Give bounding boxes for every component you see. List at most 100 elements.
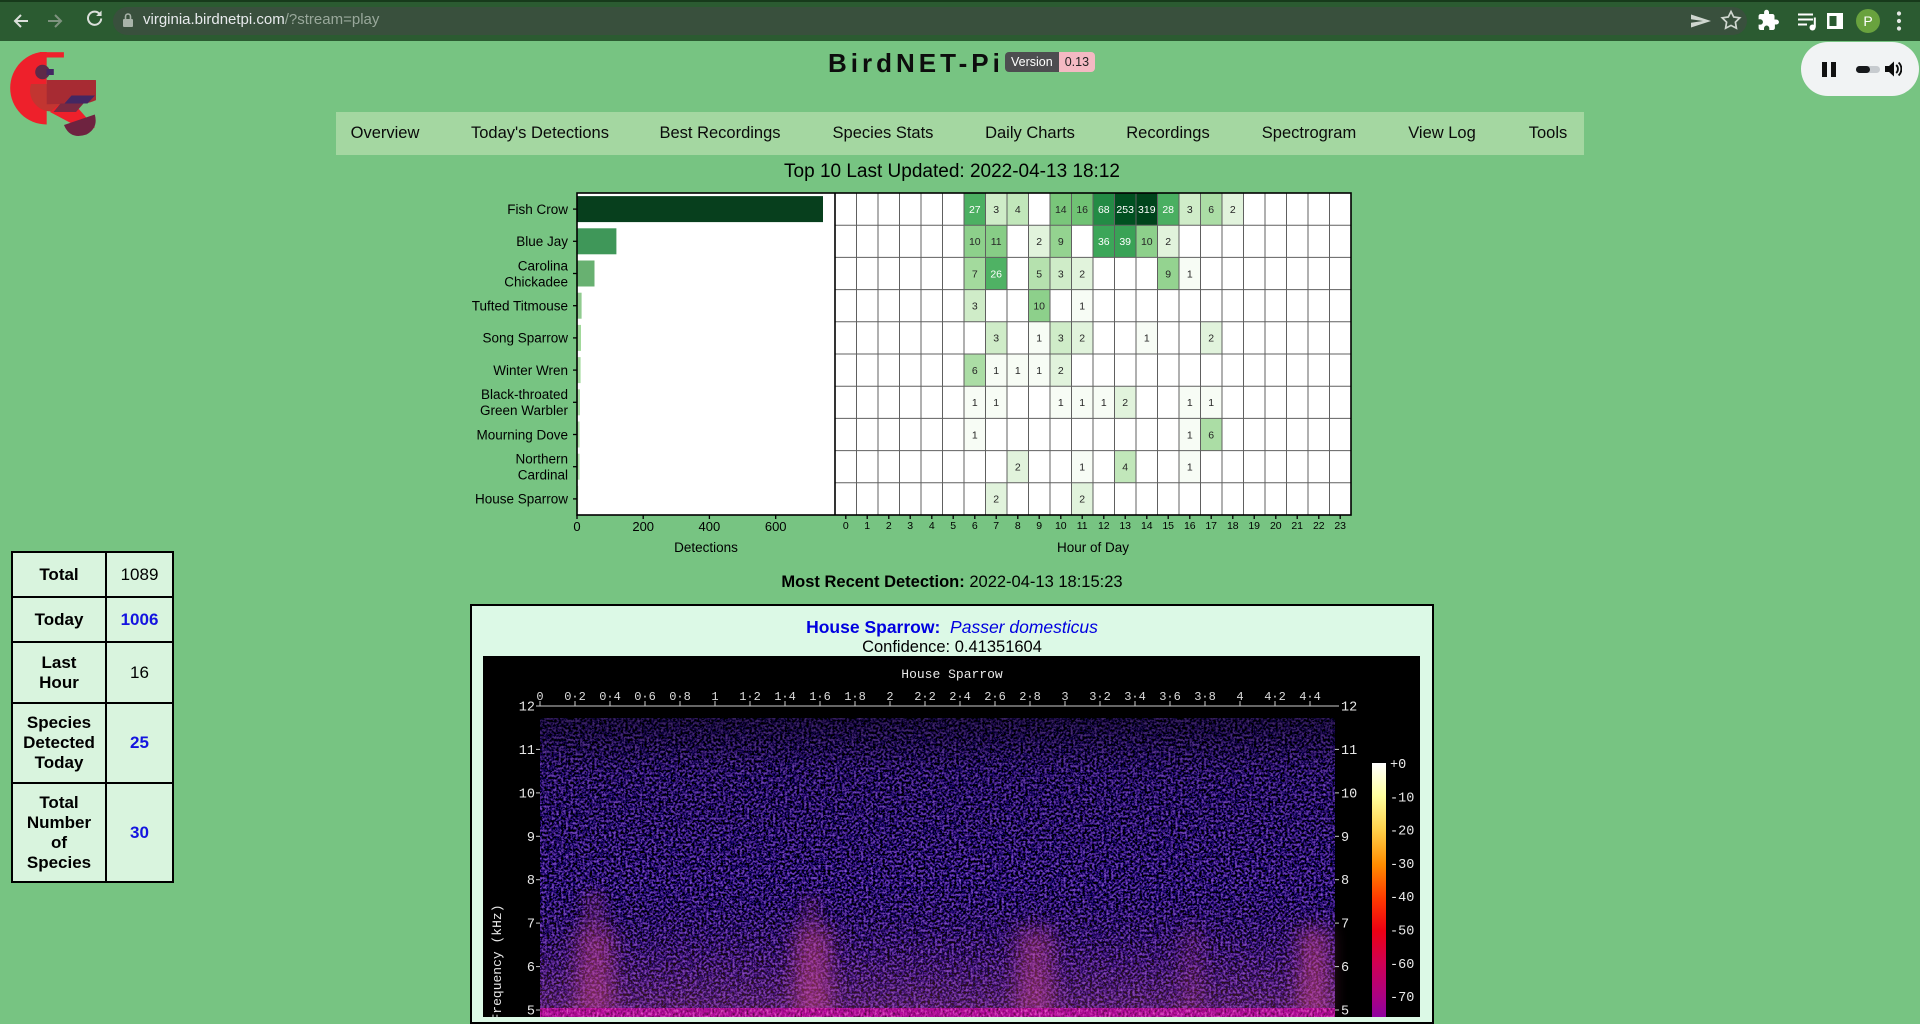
svg-text:400: 400	[699, 519, 721, 534]
svg-text:Blue Jay: Blue Jay	[516, 234, 568, 249]
svg-text:11: 11	[991, 236, 1002, 248]
svg-text:3: 3	[907, 520, 913, 532]
svg-text:6: 6	[1208, 429, 1214, 441]
svg-text:19: 19	[1248, 520, 1260, 532]
svg-text:P: P	[1863, 13, 1872, 29]
svg-text:1: 1	[1208, 397, 1214, 409]
svg-text:2: 2	[1165, 236, 1171, 248]
svg-text:-30: -30	[1390, 858, 1414, 873]
svg-text:7: 7	[527, 918, 535, 933]
svg-text:10: 10	[1341, 787, 1357, 802]
svg-text:+0: +0	[1390, 758, 1406, 773]
svg-text:39: 39	[1119, 236, 1131, 248]
svg-text:House Sparrow: House Sparrow	[901, 667, 1003, 682]
svg-text:5: 5	[1341, 1005, 1349, 1018]
svg-text:9: 9	[1341, 831, 1349, 846]
svg-text:2: 2	[886, 520, 892, 532]
svg-text:16: 16	[1184, 520, 1196, 532]
svg-text:3: 3	[993, 333, 999, 345]
svg-text:15: 15	[1162, 520, 1174, 532]
svg-text:2: 2	[1058, 365, 1064, 377]
svg-text:23: 23	[1334, 520, 1346, 532]
svg-text:1: 1	[993, 397, 999, 409]
svg-text:7: 7	[1341, 918, 1349, 933]
svg-text:17: 17	[1205, 520, 1217, 532]
svg-text:1: 1	[1187, 429, 1193, 441]
svg-text:Winter Wren: Winter Wren	[493, 363, 568, 378]
svg-text:3: 3	[993, 204, 999, 216]
svg-text:-10: -10	[1390, 791, 1414, 806]
svg-text:3: 3	[1058, 333, 1064, 345]
svg-text:253: 253	[1116, 204, 1134, 216]
svg-text:0: 0	[843, 520, 849, 532]
svg-text:5: 5	[527, 1005, 535, 1018]
svg-text:36: 36	[1098, 236, 1110, 248]
svg-text:Fish Crow: Fish Crow	[507, 202, 568, 217]
svg-text:1: 1	[1079, 462, 1085, 474]
svg-text:House Sparrow: House Sparrow	[475, 492, 568, 507]
svg-text:10: 10	[519, 787, 535, 802]
svg-text:1: 1	[864, 520, 870, 532]
svg-text:-70: -70	[1390, 991, 1414, 1006]
svg-text:6: 6	[972, 365, 978, 377]
svg-text:Carolina: Carolina	[518, 258, 569, 273]
svg-text:2: 2	[1079, 494, 1085, 506]
svg-text:26: 26	[990, 268, 1002, 280]
svg-text:8: 8	[1015, 520, 1021, 532]
svg-text:-60: -60	[1390, 958, 1414, 973]
svg-text:2: 2	[1036, 236, 1042, 248]
svg-text:10: 10	[969, 236, 981, 248]
svg-text:Hour of Day: Hour of Day	[1057, 540, 1129, 555]
svg-text:3: 3	[972, 301, 978, 313]
svg-text:Chickadee: Chickadee	[504, 274, 568, 289]
svg-text:4: 4	[929, 520, 935, 532]
svg-text:1: 1	[993, 365, 999, 377]
svg-text:1: 1	[1187, 397, 1193, 409]
svg-text:6: 6	[972, 520, 978, 532]
svg-text:Green Warbler: Green Warbler	[480, 403, 569, 418]
svg-text:9: 9	[1036, 520, 1042, 532]
svg-text:2: 2	[1015, 462, 1021, 474]
svg-text:7: 7	[993, 520, 999, 532]
svg-text:9: 9	[1058, 236, 1064, 248]
svg-text:6: 6	[1208, 204, 1214, 216]
svg-text:1: 1	[1144, 333, 1150, 345]
svg-text:2: 2	[993, 494, 999, 506]
svg-text:1: 1	[1079, 397, 1085, 409]
svg-text:Black-throated: Black-throated	[481, 387, 568, 402]
svg-text:10: 10	[1055, 520, 1067, 532]
svg-text:27: 27	[969, 204, 981, 216]
svg-text:6: 6	[1341, 961, 1349, 976]
svg-text:Detections: Detections	[674, 540, 738, 555]
svg-text:2: 2	[1079, 268, 1085, 280]
svg-text:10: 10	[1141, 236, 1153, 248]
svg-text:-40: -40	[1390, 891, 1414, 906]
svg-text:9: 9	[1165, 268, 1171, 280]
svg-text:16: 16	[1076, 204, 1088, 216]
svg-text:5: 5	[1036, 268, 1042, 280]
svg-text:1: 1	[972, 397, 978, 409]
svg-text:3: 3	[1187, 204, 1193, 216]
svg-text:7: 7	[972, 268, 978, 280]
svg-text:11: 11	[1077, 520, 1088, 532]
svg-text:8: 8	[1341, 874, 1349, 889]
svg-text:12: 12	[519, 701, 535, 716]
svg-text:-20: -20	[1390, 825, 1414, 840]
svg-text:-50: -50	[1390, 925, 1414, 940]
svg-text:11: 11	[519, 744, 535, 759]
svg-text:6: 6	[527, 961, 535, 976]
svg-text:2: 2	[1208, 333, 1214, 345]
svg-text:Tufted Titmouse: Tufted Titmouse	[472, 299, 568, 314]
svg-text:21: 21	[1291, 520, 1303, 532]
svg-text:3: 3	[1058, 268, 1064, 280]
svg-text:0: 0	[573, 519, 580, 534]
svg-text:28: 28	[1162, 204, 1174, 216]
svg-text:600: 600	[765, 519, 787, 534]
svg-text:319: 319	[1138, 204, 1156, 216]
svg-text:9: 9	[527, 831, 535, 846]
svg-text:20: 20	[1270, 520, 1282, 532]
svg-text:4: 4	[1122, 462, 1128, 474]
svg-text:18: 18	[1227, 520, 1239, 532]
svg-text:1: 1	[972, 429, 978, 441]
svg-text:2: 2	[1122, 397, 1128, 409]
